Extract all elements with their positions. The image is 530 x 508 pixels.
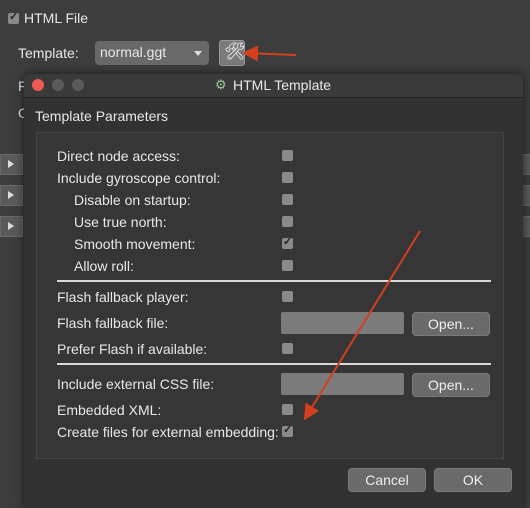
annotation-arrow-top <box>242 45 297 62</box>
annotation-arrows <box>242 45 421 421</box>
annotation-arrow-bottom <box>303 230 421 421</box>
